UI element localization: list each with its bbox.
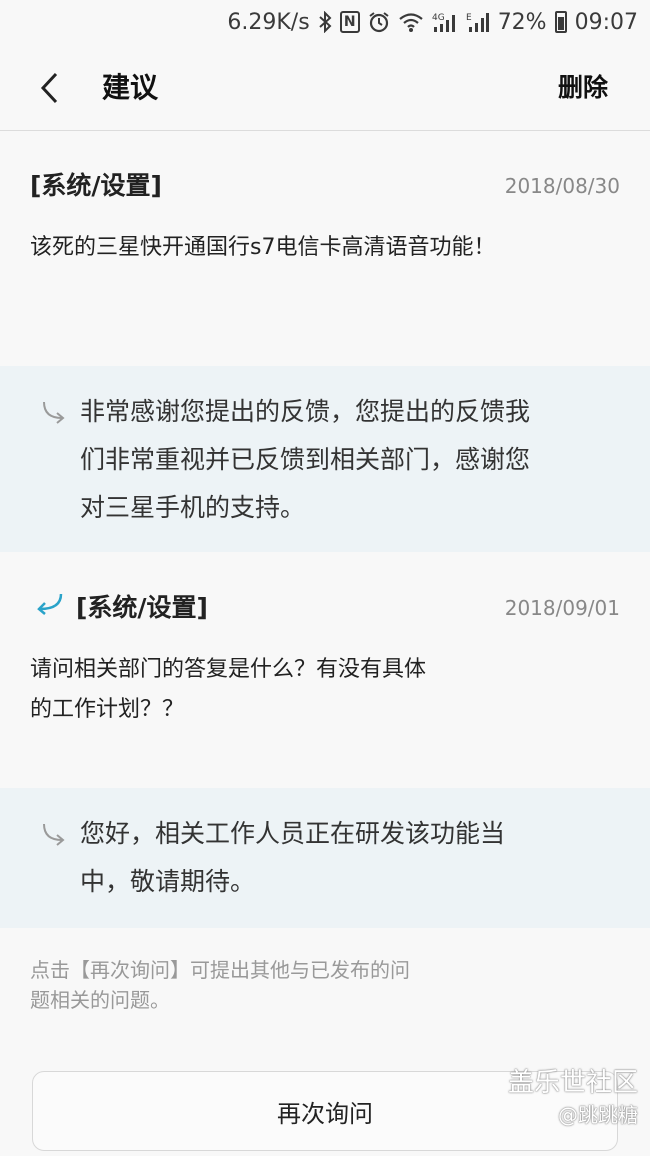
- page-title: 建议: [102, 71, 159, 104]
- wifi-icon: [398, 11, 424, 33]
- question-line: 的工作计划？？: [30, 697, 185, 722]
- back-button[interactable]: [26, 64, 74, 112]
- question-date: 2018/08/30: [504, 174, 620, 198]
- watermark: 盖乐世社区 @跳跳糖: [508, 1066, 638, 1130]
- question-line: 请问相关部门的答复是什么？有没有具体: [30, 657, 427, 682]
- battery-percent: 72%: [497, 9, 547, 35]
- reply-line: 非常感谢您提出的反馈，您提出的反馈我: [80, 397, 531, 426]
- watermark-author: @跳跳糖: [558, 1103, 638, 1127]
- question-category: [系统/设置]: [30, 171, 162, 200]
- signal-e-icon: E: [466, 11, 490, 33]
- reply-line: 对三星手机的支持。: [80, 493, 306, 522]
- reply-card: 非常感谢您提出的反馈，您提出的反馈我 们非常重视并已反馈到相关部门，感谢您 对三…: [0, 366, 650, 552]
- reply-line: 中，敬请期待。: [80, 867, 256, 896]
- bluetooth-icon: [318, 11, 332, 33]
- followup-arrow-icon: [34, 592, 64, 620]
- nfc-icon: N: [339, 11, 360, 33]
- reply-arrow-icon: [40, 822, 68, 852]
- svg-text:4G: 4G: [432, 13, 445, 23]
- chevron-left-icon: [40, 72, 58, 104]
- question-text: 请问相关部门的答复是什么？有没有具体 的工作计划？？: [30, 650, 426, 730]
- hint-line: 点击【再次询问】可提出其他与已发布的问: [30, 958, 410, 982]
- app-bar: 建议 删除: [0, 44, 650, 131]
- question-category: [系统/设置]: [76, 593, 208, 622]
- screen: 6.29K/s N 4G E 72% 09:07 建议 删除 [系统/设置] 2…: [0, 0, 650, 1156]
- status-bar: 6.29K/s N 4G E 72% 09:07: [0, 0, 650, 44]
- question-date: 2018/09/01: [504, 596, 620, 620]
- delete-button[interactable]: 删除: [558, 44, 608, 131]
- question-card: [系统/设置] 2018/08/30 该死的三星快开通国行s7电信卡高清语音功能…: [0, 132, 650, 366]
- watermark-community: 盖乐世社区: [507, 1068, 638, 1098]
- reply-line: 您好，相关工作人员正在研发该功能当: [80, 819, 506, 848]
- alarm-icon: [368, 11, 390, 33]
- reply-line: 们非常重视并已反馈到相关部门，感谢您: [80, 445, 531, 474]
- reply-arrow-icon: [40, 400, 68, 430]
- clock: 09:07: [574, 9, 638, 35]
- reply-text: 非常感谢您提出的反馈，您提出的反馈我 们非常重视并已反馈到相关部门，感谢您 对三…: [80, 388, 620, 532]
- svg-text:E: E: [466, 13, 472, 23]
- hint-line: 题相关的问题。: [30, 988, 170, 1012]
- followup-question-card: [系统/设置] 2018/09/01 请问相关部门的答复是什么？有没有具体 的工…: [0, 552, 650, 788]
- reply-card: 您好，相关工作人员正在研发该功能当 中，敬请期待。: [0, 788, 650, 928]
- hint-text: 点击【再次询问】可提出其他与已发布的问 题相关的问题。: [30, 955, 510, 1015]
- question-text: 该死的三星快开通国行s7电信卡高清语音功能！: [30, 235, 496, 260]
- battery-icon: [554, 11, 567, 33]
- signal-4g-icon: 4G: [432, 11, 458, 33]
- network-speed: 6.29K/s: [227, 9, 310, 35]
- reply-text: 您好，相关工作人员正在研发该功能当 中，敬请期待。: [80, 810, 620, 906]
